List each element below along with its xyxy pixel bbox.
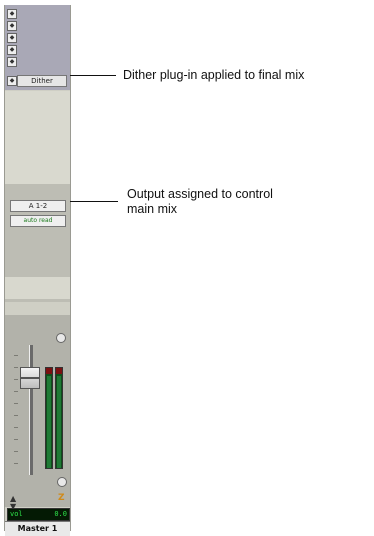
level-meter-right <box>55 367 63 469</box>
insert-d-selector[interactable]: ◆ <box>7 45 17 55</box>
z-group-icon: Z <box>58 493 65 503</box>
divider-band <box>5 277 70 299</box>
insert-c-selector[interactable]: ◆ <box>7 33 17 43</box>
output-callout-text: Output assigned to control main mix <box>127 187 273 217</box>
volume-readout: vol 0.0 <box>7 508 70 521</box>
dither-insert-selector-icon[interactable]: ◆ <box>7 76 17 86</box>
insert-e-selector[interactable]: ◆ <box>7 57 17 67</box>
output-selector-button[interactable]: A 1-2 <box>10 200 66 212</box>
sends-area <box>5 91 70 184</box>
dither-callout-line <box>70 75 116 76</box>
volume-label: vol <box>10 510 23 518</box>
dither-insert-slot[interactable]: Dither <box>17 75 67 87</box>
automation-mode-button[interactable]: auto read <box>10 215 66 227</box>
insert-section: ◆ ◆ ◆ ◆ ◆ ◆ Dither <box>5 5 70 90</box>
dither-callout-text: Dither plug-in applied to final mix <box>123 68 305 82</box>
volume-value: 0.0 <box>54 510 67 518</box>
insert-a-selector[interactable]: ◆ <box>7 9 17 19</box>
solo-safe-icon[interactable] <box>57 477 67 487</box>
output-callout-line <box>70 201 118 202</box>
track-name-button[interactable]: Master 1 <box>5 521 70 536</box>
fader-section <box>5 315 70 507</box>
output-callout-line2: main mix <box>127 202 178 216</box>
meter-select-icon[interactable] <box>56 333 66 343</box>
output-callout-line1: Output assigned to control <box>127 187 273 201</box>
fader-scale <box>14 345 20 475</box>
clip-indicator-left[interactable] <box>46 368 52 374</box>
master-channel-strip: ◆ ◆ ◆ ◆ ◆ ◆ Dither A 1-2 auto read ▲ ▼ Z… <box>4 5 71 536</box>
insert-b-selector[interactable]: ◆ <box>7 21 17 31</box>
clip-indicator-right[interactable] <box>56 368 62 374</box>
level-meter-left <box>45 367 53 469</box>
volume-fader[interactable] <box>20 367 40 389</box>
fader-track <box>29 345 33 475</box>
